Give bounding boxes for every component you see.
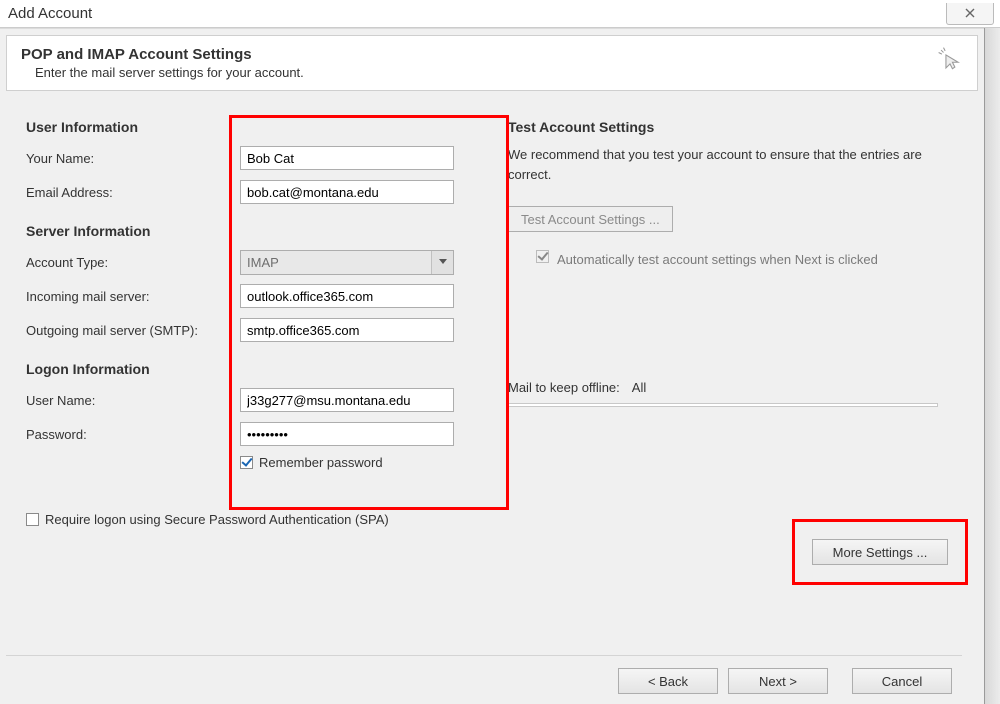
password-label: Password: [26,427,240,442]
cancel-button[interactable]: Cancel [852,668,952,694]
window-right-edge [984,28,1000,704]
close-icon [964,8,976,18]
wizard-header: POP and IMAP Account Settings Enter the … [6,35,978,91]
password-input[interactable] [240,422,454,446]
window-close-button[interactable] [946,3,994,25]
outgoing-server-label: Outgoing mail server (SMTP): [26,323,240,338]
your-name-input[interactable] [240,146,454,170]
test-account-settings-button[interactable]: Test Account Settings ... [508,206,673,232]
account-type-label: Account Type: [26,255,240,270]
auto-test-label: Automatically test account settings when… [557,250,878,270]
wizard-body: User Information Your Name: Email Addres… [6,91,978,527]
back-button[interactable]: < Back [618,668,718,694]
wizard-panel: POP and IMAP Account Settings Enter the … [0,28,984,704]
mail-offline-value: All [632,380,646,395]
spa-label: Require logon using Secure Password Auth… [45,512,389,527]
outgoing-server-input[interactable] [240,318,454,342]
mail-offline-label: Mail to keep offline: [508,380,620,395]
incoming-server-input[interactable] [240,284,454,308]
more-settings-button[interactable]: More Settings ... [812,539,948,565]
account-type-value: IMAP [247,255,279,270]
header-title: POP and IMAP Account Settings [21,46,304,63]
user-information-heading: User Information [26,119,466,135]
your-name-label: Your Name: [26,151,240,166]
dropdown-arrow-icon [431,251,453,274]
wizard-footer: < Back Next > Cancel [6,655,962,694]
account-type-select[interactable]: IMAP [240,250,454,275]
spa-checkbox[interactable] [26,513,39,526]
window-title: Add Account [8,1,92,26]
email-input[interactable] [240,180,454,204]
left-column: User Information Your Name: Email Addres… [26,119,466,527]
server-information-heading: Server Information [26,223,466,239]
highlight-box-more-settings: More Settings ... [792,519,968,585]
logon-information-heading: Logon Information [26,361,466,377]
user-name-input[interactable] [240,388,454,412]
header-subtitle: Enter the mail server settings for your … [21,65,304,80]
right-column: Test Account Settings We recommend that … [508,119,958,527]
mail-offline-slider[interactable] [508,403,938,407]
incoming-server-label: Incoming mail server: [26,289,240,304]
email-label: Email Address: [26,185,240,200]
next-button[interactable]: Next > [728,668,828,694]
title-bar: Add Account [0,0,1000,28]
highlight-box-form [229,115,509,510]
cursor-sparkle-icon [937,46,963,72]
auto-test-checkbox[interactable] [536,250,549,263]
test-settings-description: We recommend that you test your account … [508,145,938,184]
remember-password-label: Remember password [259,455,383,470]
test-settings-heading: Test Account Settings [508,119,938,135]
user-name-label: User Name: [26,393,240,408]
remember-password-checkbox[interactable] [240,456,253,469]
